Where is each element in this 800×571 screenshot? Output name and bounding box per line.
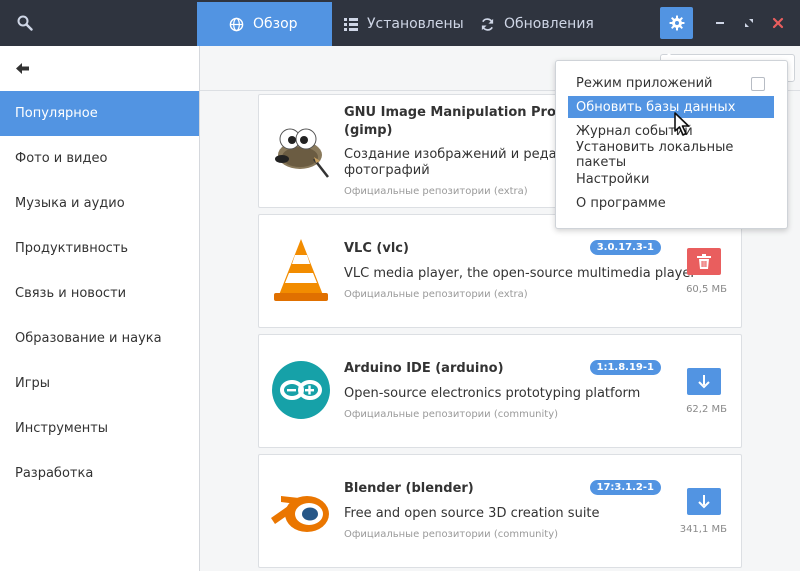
version-badge: 1:1.8.19-1 (589, 360, 661, 375)
sidebar-item-education[interactable]: Образование и наука (0, 316, 199, 361)
remove-button[interactable] (687, 248, 721, 275)
sidebar-item-productivity[interactable]: Продуктивность (0, 226, 199, 271)
download-arrow-icon (698, 494, 710, 508)
package-repo: Официальные репозитории (community) (344, 409, 559, 420)
gimp-icon (269, 115, 333, 185)
package-name: VLC (vlc) (344, 241, 409, 256)
menu-item-label: Установить локальные пакеты (576, 140, 734, 170)
menu-item-label: О программе (576, 195, 666, 211)
back-arrow-icon (16, 63, 29, 74)
tab-updates[interactable]: Обновления (480, 2, 594, 46)
package-name: Blender (blender) (344, 481, 474, 496)
version-badge: 17:3.1.2-1 (589, 480, 661, 495)
tab-installed[interactable]: Установлены (344, 2, 464, 46)
package-card-blender[interactable]: Blender (blender) Free and open source 3… (258, 454, 742, 568)
package-description: VLC media player, the open-source multim… (344, 266, 696, 281)
refresh-icon (481, 17, 494, 31)
download-arrow-icon (698, 374, 710, 388)
install-button[interactable] (687, 368, 721, 395)
sidebar-item-photo-video[interactable]: Фото и видео (0, 136, 199, 181)
trash-icon (697, 254, 711, 269)
package-id: (gimp) (344, 123, 393, 138)
menu-item-about[interactable]: О программе (568, 192, 774, 214)
sidebar-item-games[interactable]: Игры (0, 361, 199, 406)
sidebar-item-communication[interactable]: Связь и новости (0, 271, 199, 316)
minimize-icon (716, 22, 724, 24)
package-card-arduino[interactable]: Arduino IDE (arduino) Open-source electr… (258, 334, 742, 448)
sidebar-item-music-audio[interactable]: Музыка и аудио (0, 181, 199, 226)
menu-item-history[interactable]: Журнал событий (568, 120, 774, 142)
tab-label: Обновления (504, 16, 594, 32)
tab-browse[interactable]: Обзор (197, 2, 332, 46)
hand-cursor-icon (674, 112, 690, 136)
sidebar-item-development[interactable]: Разработка (0, 451, 199, 496)
package-card-vlc[interactable]: VLC (vlc) VLC media player, the open-sou… (258, 214, 742, 328)
menu-item-install-local[interactable]: Установить локальные пакеты (568, 140, 774, 170)
search-icon (17, 15, 33, 31)
package-size: 341,1 МБ (679, 524, 727, 535)
search-button[interactable] (0, 0, 50, 46)
maximize-button[interactable] (738, 12, 760, 34)
vlc-icon (269, 235, 333, 305)
package-description: Free and open source 3D creation suite (344, 506, 600, 521)
back-button[interactable] (0, 46, 199, 91)
sidebar-item-popular[interactable]: Популярное (0, 91, 199, 136)
menu-item-preferences[interactable]: Настройки (568, 168, 774, 190)
list-icon (344, 17, 358, 31)
version-badge: 3.0.17.3-1 (589, 240, 661, 255)
close-icon (772, 17, 784, 29)
maximize-icon (745, 19, 753, 27)
minimize-button[interactable] (709, 12, 731, 34)
package-repo: Официальные репозитории (community) (344, 529, 559, 540)
blender-icon (269, 475, 333, 545)
menu-item-label: Обновить базы данных (576, 99, 736, 115)
sidebar: Популярное Фото и видео Музыка и аудио П… (0, 46, 200, 571)
package-name: Arduino IDE (arduino) (344, 361, 504, 376)
sidebar-item-tools[interactable]: Инструменты (0, 406, 199, 451)
globe-icon (229, 17, 244, 31)
close-button[interactable] (767, 12, 789, 34)
settings-menu-button[interactable] (660, 7, 693, 39)
header-bar: Обзор Установлены Обновления (0, 0, 800, 46)
tab-label: Установлены (367, 16, 464, 32)
menu-item-label: Режим приложений (576, 75, 713, 91)
install-button[interactable] (687, 488, 721, 515)
app-mode-checkbox[interactable] (751, 77, 765, 91)
gear-icon (669, 15, 684, 31)
package-size: 62,2 МБ (686, 404, 727, 415)
package-description: Open-source electronics prototyping plat… (344, 386, 641, 401)
package-repo: Официальные репозитории (extra) (344, 186, 528, 197)
tab-label: Обзор (253, 16, 298, 32)
menu-item-app-mode[interactable]: Режим приложений (568, 72, 774, 94)
package-repo: Официальные репозитории (extra) (344, 289, 528, 300)
arduino-icon (269, 355, 333, 425)
menu-item-label: Настройки (576, 171, 650, 187)
menu-item-refresh-databases[interactable]: Обновить базы данных (568, 96, 774, 118)
app-menu-popover: Режим приложений Обновить базы данных Жу… (555, 60, 788, 229)
package-size: 60,5 МБ (686, 284, 727, 295)
